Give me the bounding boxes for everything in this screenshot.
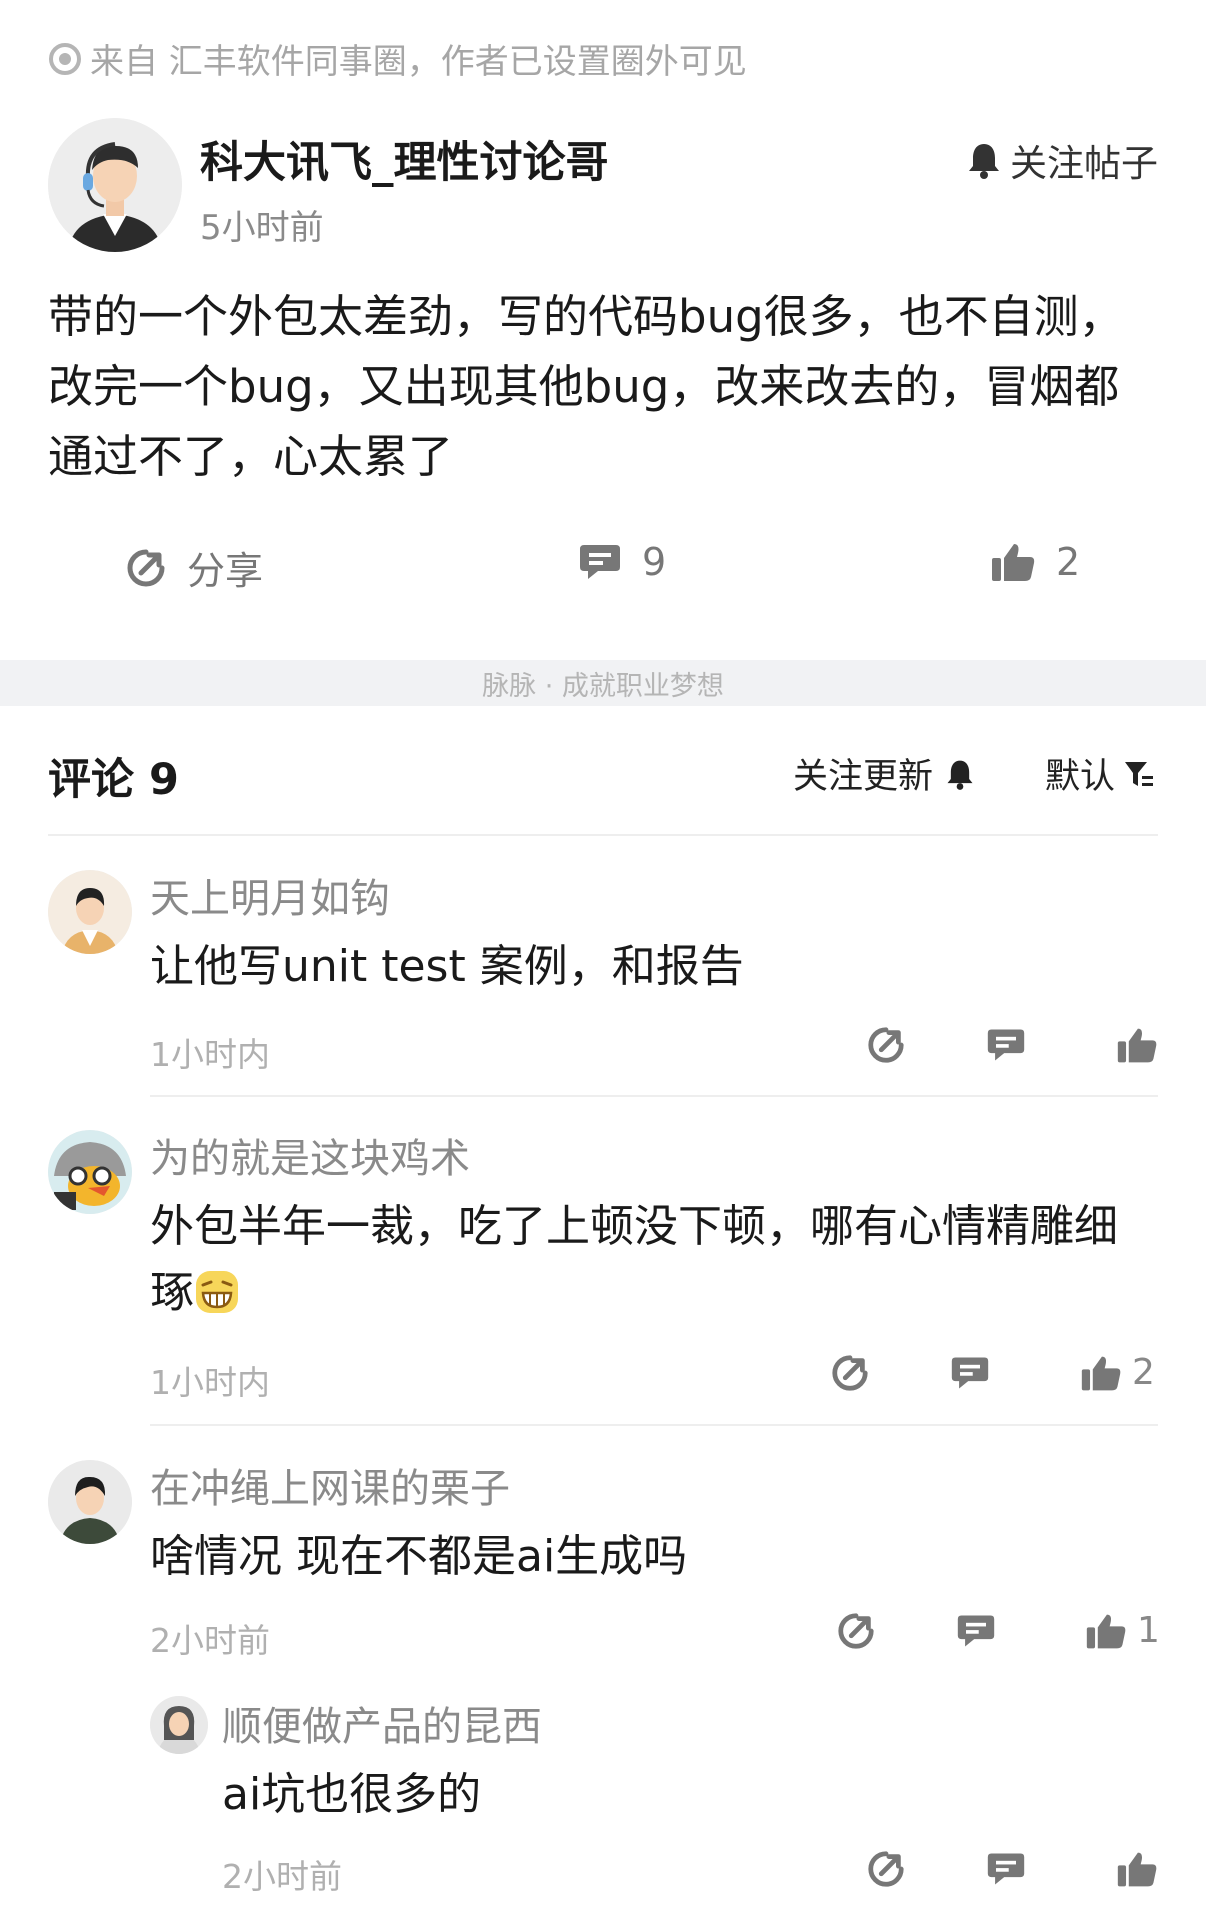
reply-button[interactable] xyxy=(956,1611,996,1651)
comment-author[interactable]: 为的就是这块鸡术 xyxy=(150,1126,470,1184)
avatar[interactable] xyxy=(150,1696,208,1754)
like-button[interactable]: 1 xyxy=(1085,1610,1160,1651)
share-icon xyxy=(868,1027,904,1063)
like-count: 2 xyxy=(1056,540,1081,584)
share-label: 分享 xyxy=(187,549,264,593)
comment-time: 2小时前 xyxy=(150,1621,270,1660)
avatar-illustration xyxy=(48,1460,132,1544)
like-button[interactable]: 2 xyxy=(1080,1352,1155,1393)
avatar-illustration xyxy=(48,1130,132,1214)
comment-icon xyxy=(580,545,620,579)
follow-post-label: 关注帖子 xyxy=(1010,142,1158,185)
divider xyxy=(150,1424,1158,1426)
reply-author[interactable]: 顺便做产品的昆西 xyxy=(222,1694,542,1752)
band-slogan: 脉脉 · 成就职业梦想 xyxy=(482,671,724,702)
comment-text: 外包半年一裁，吃了上顿没下顿，哪有心情精雕细琢 xyxy=(150,1201,1118,1318)
comment-text: 让他写unit test 案例，和报告 xyxy=(150,941,744,992)
reply-button[interactable] xyxy=(950,1353,990,1393)
comments-title: 评论 9 xyxy=(48,755,179,805)
bell-icon xyxy=(969,144,999,179)
source-text: 来自 汇丰软件同事圈，作者已设置圈外可见 xyxy=(90,42,747,82)
divider xyxy=(48,834,1158,836)
grinning-emoji xyxy=(196,1271,238,1313)
filter-icon xyxy=(1125,761,1154,786)
share-icon xyxy=(832,1355,868,1391)
avatar-illustration xyxy=(48,870,132,954)
comment-icon xyxy=(987,1029,1025,1061)
comment-text-wrapper: 外包半年一裁，吃了上顿没下顿，哪有心情精雕细琢 xyxy=(150,1194,1160,1326)
share-button[interactable] xyxy=(866,1025,906,1065)
like-button[interactable]: 2 xyxy=(990,540,1080,584)
post-body: 带的一个外包太差劲，写的代码bug很多，也不自测，改完一个bug，又出现其他bu… xyxy=(48,290,1124,483)
sort-dropdown[interactable]: 默认 xyxy=(1045,748,1155,799)
bell-icon xyxy=(947,760,973,790)
comment-count: 9 xyxy=(642,540,667,584)
comment-icon xyxy=(951,1357,989,1389)
comment-icon xyxy=(987,1853,1025,1885)
avatar[interactable] xyxy=(48,1460,132,1544)
comment-author[interactable]: 在冲绳上网课的栗子 xyxy=(150,1456,510,1514)
follow-updates-button[interactable]: 关注更新 xyxy=(793,748,975,799)
comment-icon xyxy=(957,1615,995,1647)
comment-button[interactable]: 9 xyxy=(578,540,666,584)
share-icon xyxy=(127,549,165,586)
avatar-illustration xyxy=(150,1696,208,1754)
like-count: 2 xyxy=(1132,1352,1155,1393)
share-button[interactable] xyxy=(836,1611,876,1651)
share-button[interactable] xyxy=(830,1353,870,1393)
like-button[interactable] xyxy=(1116,1849,1158,1889)
follow-post-button[interactable]: 关注帖子 xyxy=(966,133,1158,187)
author-avatar[interactable] xyxy=(48,118,182,252)
avatar[interactable] xyxy=(48,1130,132,1214)
comment-time: 1小时内 xyxy=(150,1035,270,1074)
author-name[interactable]: 科大讯飞_理性讨论哥 xyxy=(200,128,609,190)
thumbs-up-icon xyxy=(1086,1614,1126,1648)
share-button[interactable] xyxy=(866,1849,906,1889)
post-time: 5小时前 xyxy=(200,208,324,248)
share-icon xyxy=(868,1851,904,1887)
comment-time: 1小时内 xyxy=(150,1363,270,1402)
thumbs-up-icon xyxy=(992,544,1035,581)
thumbs-up-icon xyxy=(1117,1028,1157,1063)
avatar[interactable] xyxy=(48,870,132,954)
reply-time: 2小时前 xyxy=(222,1857,342,1896)
share-button[interactable]: 分享 xyxy=(125,540,263,595)
reply-button[interactable] xyxy=(986,1849,1026,1889)
share-icon xyxy=(838,1613,874,1649)
reply-text: ai坑也很多的 xyxy=(222,1769,482,1820)
like-count: 1 xyxy=(1137,1610,1160,1651)
source-line: 来自 汇丰软件同事圈，作者已设置圈外可见 xyxy=(48,34,747,83)
radio-circle-icon xyxy=(49,42,81,75)
reply-button[interactable] xyxy=(986,1025,1026,1065)
thumbs-up-icon xyxy=(1117,1852,1157,1887)
avatar-illustration xyxy=(48,118,182,252)
like-button[interactable] xyxy=(1116,1025,1158,1065)
sort-label: 默认 xyxy=(1045,757,1116,797)
thumbs-up-icon xyxy=(1081,1356,1121,1390)
comment-author[interactable]: 天上明月如钩 xyxy=(150,866,390,924)
divider xyxy=(150,1095,1158,1097)
follow-updates-label: 关注更新 xyxy=(793,757,934,797)
comment-text: 啥情况 现在不都是ai生成吗 xyxy=(150,1531,688,1582)
